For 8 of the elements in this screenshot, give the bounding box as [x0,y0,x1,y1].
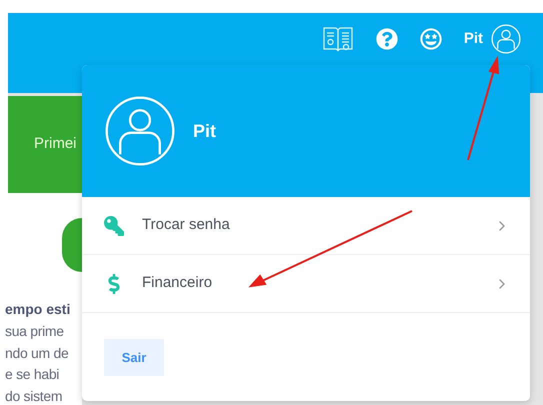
menu-item[interactable]: Trocar senha [82,197,530,255]
body-text: do sistem [5,386,64,405]
profile-name: Pit [193,120,216,142]
body-text: ndo um de [5,344,70,362]
section-heading: empo esti [5,300,72,319]
body-text: sua prime [5,322,65,341]
banner-text: Primei [34,134,77,154]
body-text: e se habi [5,365,60,384]
